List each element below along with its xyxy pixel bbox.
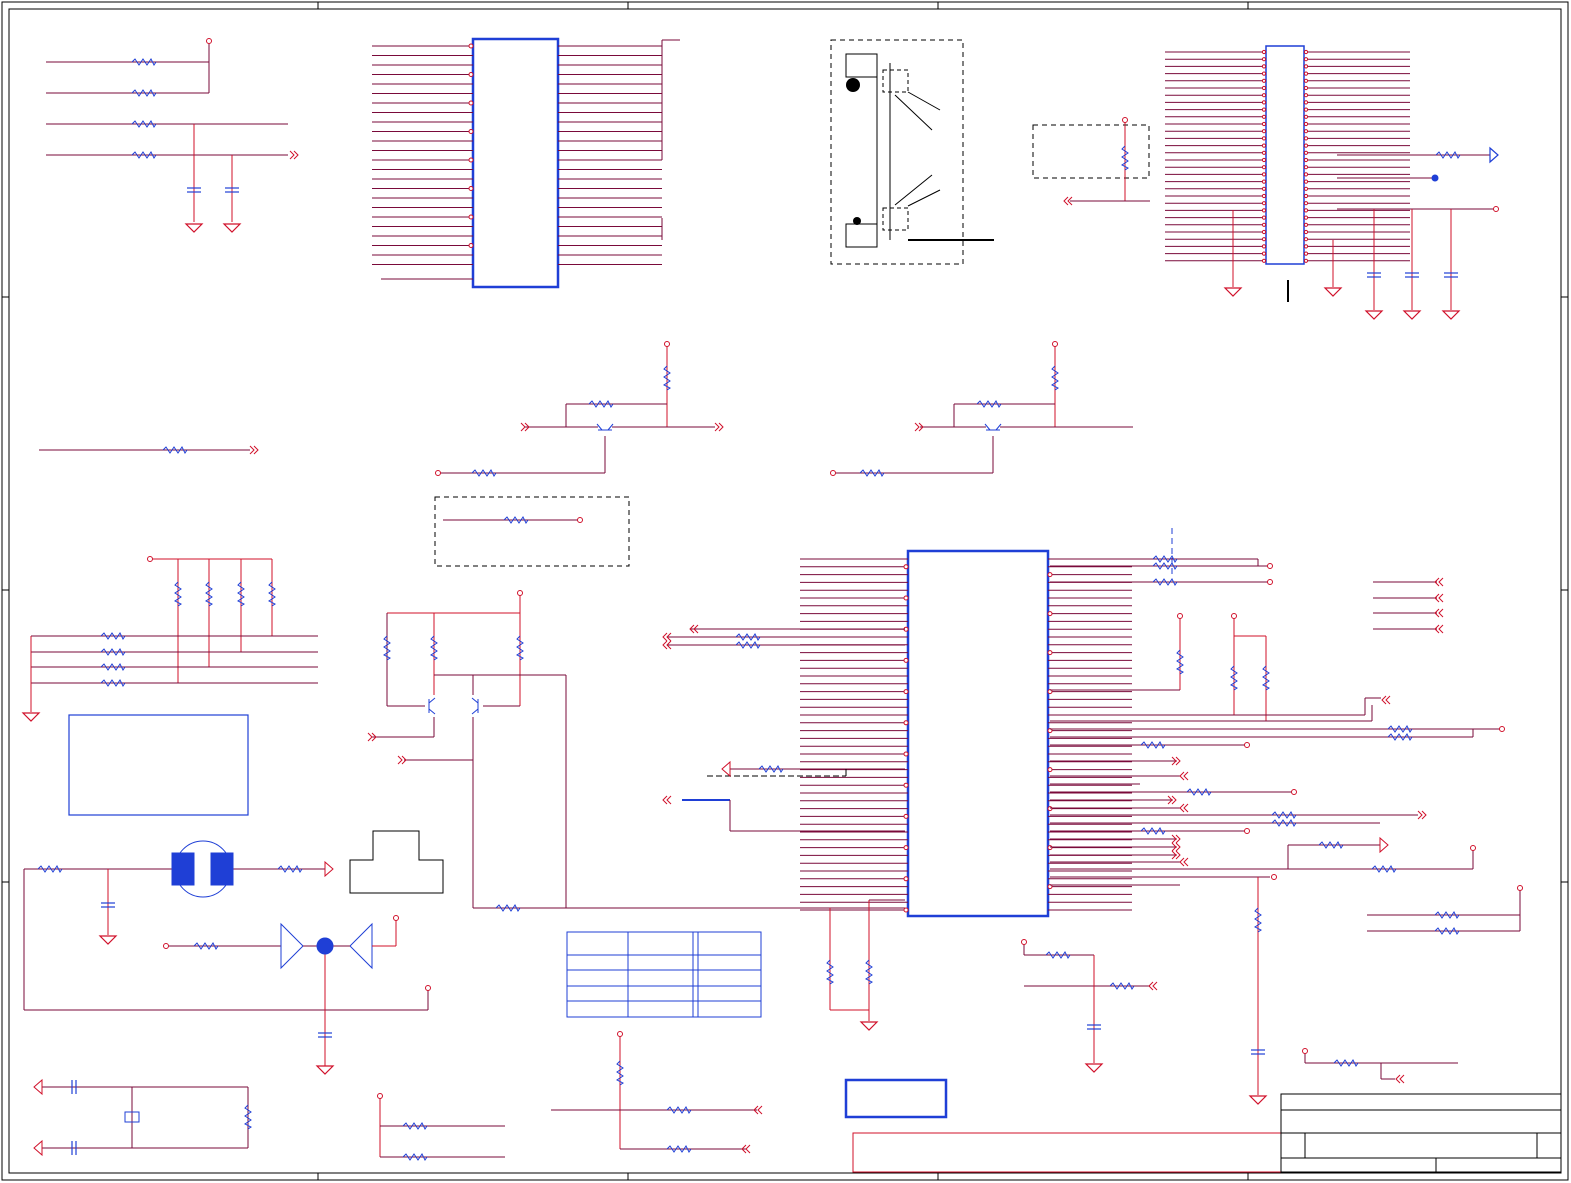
transistor-stage-a — [438, 346, 715, 474]
ground-icon — [99, 935, 117, 945]
esd-diode-pair — [166, 920, 397, 1066]
ground-icon — [1324, 287, 1342, 297]
power-pin-icon — [206, 38, 212, 44]
output-pin-icon — [1244, 828, 1250, 834]
top-left-rc-network — [46, 44, 288, 222]
net-arrow-icon — [1417, 810, 1427, 820]
top-ic — [372, 37, 680, 289]
ground-icon — [22, 712, 40, 722]
ground-icon — [223, 223, 241, 233]
output-pin-icon — [1493, 206, 1499, 212]
power-pin-icon — [1177, 613, 1183, 619]
dual-transistor-stage — [372, 595, 905, 909]
net-arrow-icon — [1381, 695, 1391, 705]
power-pin-icon — [1021, 939, 1027, 945]
ground-icon — [1442, 310, 1460, 320]
ground-icon — [860, 1021, 878, 1031]
output-pin-icon — [1267, 563, 1273, 569]
ground-icon — [1085, 1063, 1103, 1073]
power-pin-icon — [1052, 341, 1058, 347]
net-arrow-icon — [1179, 803, 1189, 813]
pullup-bank — [30, 558, 318, 712]
net-arrow-icon — [1395, 1074, 1405, 1084]
net-arrow-icon — [289, 150, 299, 160]
output-pin-icon — [577, 517, 583, 523]
output-pin-icon — [1499, 726, 1505, 732]
input-pin-icon — [435, 470, 441, 476]
note-box — [68, 714, 249, 816]
power-pin-icon — [393, 915, 399, 921]
output-pin-icon — [425, 985, 431, 991]
input-pin-icon — [830, 470, 836, 476]
power-pin-icon — [1470, 845, 1476, 851]
output-pin-icon — [1244, 742, 1250, 748]
transistor-icon — [428, 697, 436, 715]
power-pin-icon — [1231, 613, 1237, 619]
title-block — [852, 1093, 1562, 1173]
net-arrow-icon — [714, 422, 724, 432]
transistor-stage-b — [833, 346, 1133, 474]
ground-icon — [1224, 287, 1242, 297]
connector-outline — [349, 830, 444, 894]
ground-icon — [1249, 1095, 1267, 1105]
net-arrow-icon — [1148, 981, 1158, 991]
main-ic — [800, 549, 1132, 918]
output-pin-icon — [1267, 579, 1273, 585]
option-box — [434, 496, 630, 567]
power-pin-icon — [1122, 117, 1128, 123]
net-arrow-icon — [1179, 771, 1189, 781]
ground-icon — [1365, 310, 1383, 320]
power-pin-icon — [517, 590, 523, 596]
header-connector — [1165, 45, 1495, 310]
output-pin-icon — [1271, 874, 1277, 880]
power-pin-icon — [1302, 1048, 1308, 1054]
net-arrow-icon — [1179, 857, 1189, 867]
net-arrow-icon — [249, 445, 259, 455]
power-pin-icon — [377, 1093, 383, 1099]
transistor-icon — [596, 423, 614, 431]
main-ic-nets — [667, 528, 1521, 1095]
pullup-box — [1032, 120, 1150, 202]
sheet-frame — [1, 1, 1569, 1181]
ferrite-filter — [23, 840, 429, 1011]
ground-icon — [316, 1065, 334, 1075]
ground-icon — [185, 223, 203, 233]
label-box — [844, 1078, 948, 1119]
config-table — [566, 931, 762, 1018]
connector-socket — [830, 39, 994, 265]
power-pin-icon — [1517, 885, 1523, 891]
transistor-icon — [471, 697, 479, 715]
power-pin-icon — [147, 556, 153, 562]
power-pin-icon — [617, 1031, 623, 1037]
crystal-oscillator — [33, 1078, 249, 1157]
output-triangle-icon — [1489, 146, 1499, 164]
ground-icon — [1403, 310, 1421, 320]
schematic-diagram: (function () { var NS = 'http://www.w3.o… — [1, 1, 1569, 1181]
bottom-resistor-nets — [379, 1036, 757, 1158]
transistor-icon — [984, 423, 1002, 431]
output-pin-icon — [1291, 789, 1297, 795]
input-pin-icon — [163, 943, 169, 949]
net-arrow-icon — [662, 795, 672, 805]
power-pin-icon — [664, 341, 670, 347]
